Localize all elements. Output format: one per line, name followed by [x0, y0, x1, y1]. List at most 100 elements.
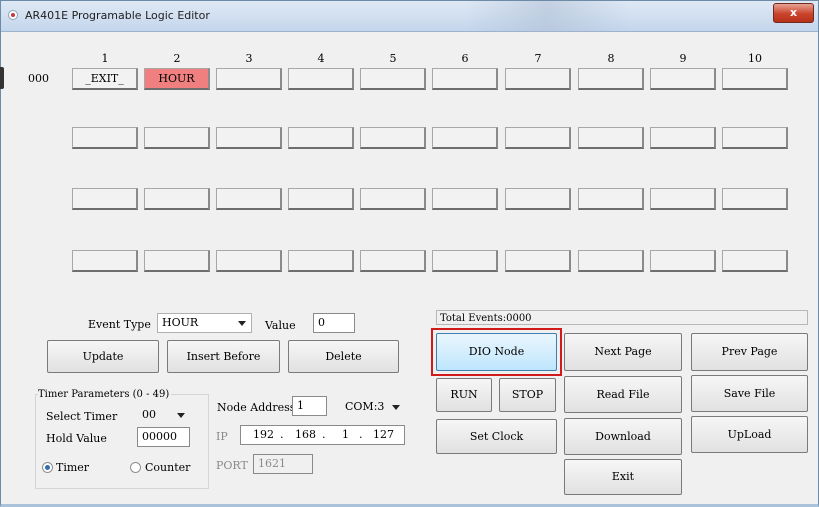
hold-value-label: Hold Value	[46, 432, 107, 445]
column-header-3: 3	[245, 52, 253, 65]
ip-dot: .	[359, 428, 363, 441]
app-icon	[8, 10, 18, 20]
ip-dot: .	[322, 428, 326, 441]
update-button[interactable]: Update	[47, 340, 159, 373]
logic-cell[interactable]	[216, 68, 282, 90]
select-timer-dropdown[interactable]: 00	[137, 405, 191, 425]
logic-cell[interactable]	[505, 188, 571, 210]
highlight-box	[431, 328, 562, 376]
logic-cell[interactable]	[578, 250, 644, 272]
logic-cell[interactable]	[144, 127, 210, 149]
logic-cell[interactable]	[578, 188, 644, 210]
chevron-down-icon	[392, 405, 400, 410]
logic-cell[interactable]	[144, 188, 210, 210]
counter-radio-label: Counter	[145, 461, 191, 474]
logic-cell[interactable]	[505, 127, 571, 149]
ip-octet-3: 1	[342, 428, 349, 441]
logic-cell[interactable]	[216, 250, 282, 272]
read-file-button[interactable]: Read File	[564, 376, 682, 413]
logic-cell[interactable]	[650, 250, 716, 272]
logic-cell[interactable]	[432, 68, 498, 90]
logic-cell[interactable]	[722, 127, 788, 149]
prev-page-button[interactable]: Prev Page	[691, 333, 808, 371]
event-type-label: Event Type	[88, 318, 151, 331]
logic-cell[interactable]	[650, 68, 716, 90]
logic-cell[interactable]	[144, 250, 210, 272]
logic-cell[interactable]	[288, 68, 354, 90]
port-label: PORT	[216, 459, 248, 472]
exit-button[interactable]: Exit	[564, 459, 682, 495]
column-header-7: 7	[534, 52, 542, 65]
logic-cell[interactable]	[288, 188, 354, 210]
logic-cell[interactable]	[505, 250, 571, 272]
logic-cell[interactable]	[722, 68, 788, 90]
logic-cell[interactable]	[360, 250, 426, 272]
window-edge-mark	[0, 67, 4, 89]
logic-cell[interactable]	[216, 188, 282, 210]
port-input[interactable]: 1621	[253, 454, 313, 474]
column-header-4: 4	[317, 52, 325, 65]
select-timer-value: 00	[142, 408, 156, 421]
node-address-input[interactable]: 1	[292, 396, 327, 416]
title-bar: AR401E Programable Logic Editor x	[1, 1, 818, 32]
save-file-button[interactable]: Save File	[691, 375, 808, 412]
ip-octet-2: 168	[295, 428, 316, 441]
logic-cell[interactable]: _EXIT_	[72, 68, 138, 90]
chevron-down-icon	[177, 413, 185, 418]
ip-address-input[interactable]: 192 . 168 . 1 . 127	[240, 425, 405, 445]
upload-button[interactable]: UpLoad	[691, 416, 808, 453]
logic-cell[interactable]	[432, 127, 498, 149]
logic-cell[interactable]	[72, 188, 138, 210]
counter-radio[interactable]	[130, 462, 141, 473]
logic-cell[interactable]	[505, 68, 571, 90]
column-header-5: 5	[389, 52, 397, 65]
logic-cell[interactable]	[432, 250, 498, 272]
column-header-6: 6	[461, 52, 469, 65]
logic-cell[interactable]	[360, 188, 426, 210]
logic-cell[interactable]	[432, 188, 498, 210]
column-header-9: 9	[679, 52, 687, 65]
set-clock-button[interactable]: Set Clock	[436, 419, 557, 454]
logic-cell[interactable]	[360, 68, 426, 90]
ip-label: IP	[216, 430, 228, 443]
ip-octet-1: 192	[253, 428, 274, 441]
event-type-select[interactable]: HOUR	[157, 313, 252, 333]
timer-radio-label: Timer	[56, 461, 90, 474]
logic-cell[interactable]	[722, 250, 788, 272]
column-header-1: 1	[101, 52, 109, 65]
logic-cell[interactable]	[578, 68, 644, 90]
logic-cell[interactable]	[288, 250, 354, 272]
value-input[interactable]: 0	[313, 313, 355, 333]
logic-cell[interactable]	[72, 250, 138, 272]
window-title: AR401E Programable Logic Editor	[25, 9, 210, 22]
next-page-button[interactable]: Next Page	[564, 333, 682, 371]
value-label: Value	[265, 319, 296, 332]
com-port-select[interactable]: COM:3	[340, 397, 406, 417]
logic-cell[interactable]	[650, 188, 716, 210]
logic-cell[interactable]	[650, 127, 716, 149]
logic-cell[interactable]	[216, 127, 282, 149]
logic-cell[interactable]	[72, 127, 138, 149]
chevron-down-icon	[238, 321, 246, 326]
logic-cell-selected[interactable]: HOUR	[144, 68, 210, 90]
node-address-label: Node Address	[217, 401, 296, 414]
timer-group-label: Timer Parameters (0 - 49)	[38, 389, 172, 400]
ip-dot: .	[280, 428, 284, 441]
download-button[interactable]: Download	[564, 418, 682, 455]
run-button[interactable]: RUN	[436, 378, 492, 412]
stop-button[interactable]: STOP	[499, 378, 556, 412]
logic-cell[interactable]	[288, 127, 354, 149]
delete-button[interactable]: Delete	[288, 340, 399, 373]
close-button[interactable]: x	[773, 3, 814, 23]
logic-cell[interactable]	[722, 188, 788, 210]
hold-value-input[interactable]: 00000	[137, 427, 190, 447]
column-header-8: 8	[607, 52, 615, 65]
row-label: 000	[28, 72, 49, 85]
logic-cell[interactable]	[578, 127, 644, 149]
event-type-value: HOUR	[162, 316, 199, 329]
timer-radio[interactable]	[42, 462, 53, 473]
insert-before-button[interactable]: Insert Before	[167, 340, 280, 373]
total-events-label: Total Events:0000	[440, 313, 532, 324]
background-window-blur	[463, 1, 631, 31]
logic-cell[interactable]	[360, 127, 426, 149]
